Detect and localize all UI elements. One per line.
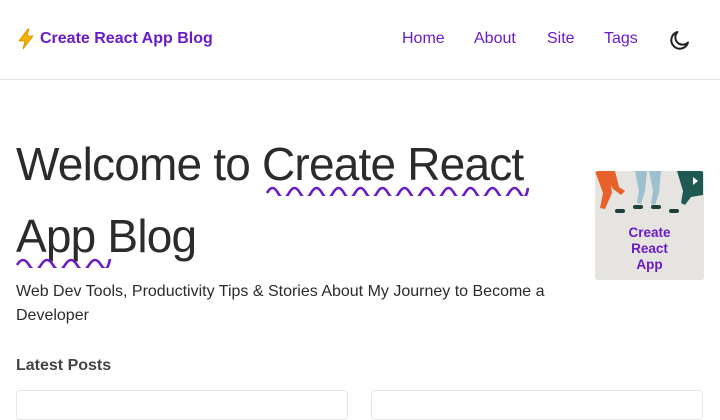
nav-site[interactable]: Site <box>547 30 575 48</box>
nav-home[interactable]: Home <box>402 30 445 48</box>
hero-title: Welcome to Create React App Blog <box>16 128 576 272</box>
hero-image-line-3: App <box>636 257 663 272</box>
main-nav: Home About Site Tags <box>0 30 720 52</box>
theme-toggle-button[interactable] <box>668 28 692 52</box>
hero-image-line-2: React <box>631 241 668 256</box>
illustration-figures <box>595 171 703 213</box>
site-header: Create React App Blog Home About Site Ta… <box>0 0 720 80</box>
hero-subtitle: Web Dev Tools, Productivity Tips & Stori… <box>16 283 545 324</box>
latest-posts-title: Latest Posts <box>16 357 112 374</box>
nav-tags[interactable]: Tags <box>604 30 638 48</box>
post-card[interactable] <box>371 390 703 420</box>
hero-image: Create React App <box>595 171 704 280</box>
hero-image-line-1: Create <box>628 225 671 240</box>
hero-image-text: Create React App <box>595 225 704 273</box>
underline-squiggle-2 <box>16 258 112 268</box>
moon-icon <box>668 31 692 55</box>
post-card[interactable] <box>16 390 348 420</box>
hero-title-plain: Welcome to <box>16 138 262 190</box>
underline-squiggle-1 <box>266 186 530 196</box>
nav-about[interactable]: About <box>474 30 516 48</box>
